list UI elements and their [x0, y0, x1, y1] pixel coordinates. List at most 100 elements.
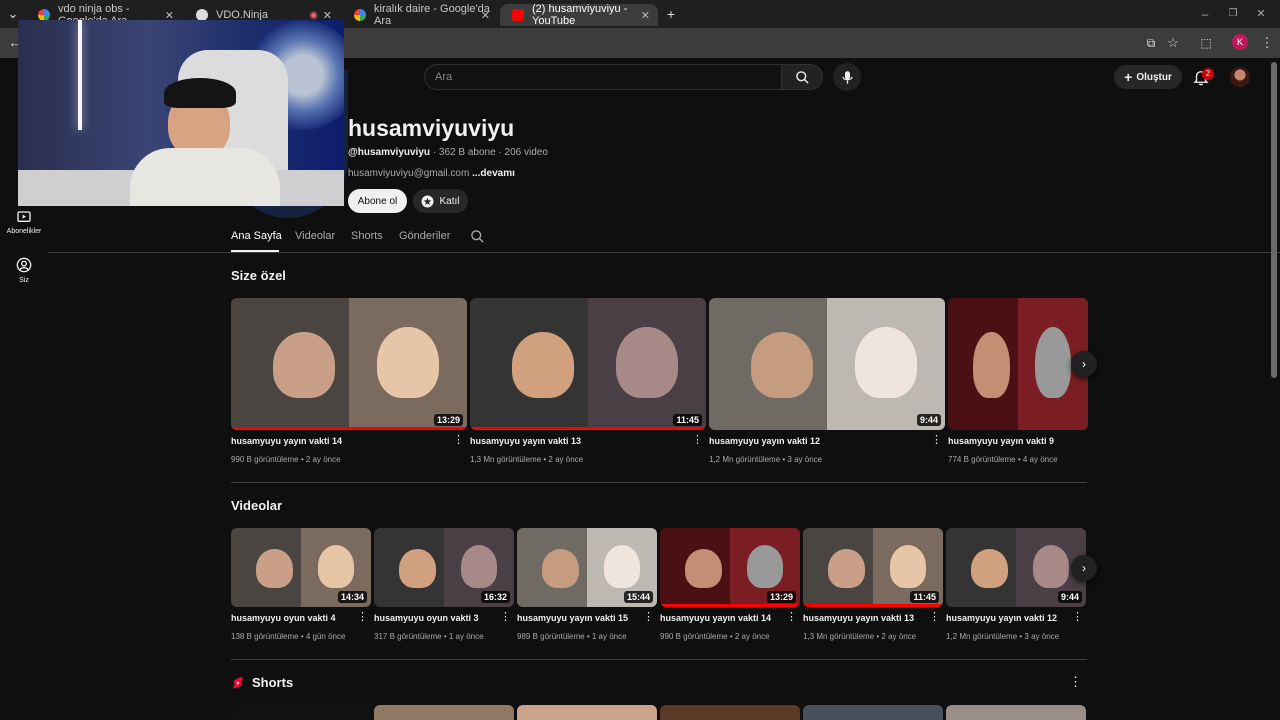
subscribe-button[interactable]: Abone ol — [348, 189, 407, 213]
video-title[interactable]: husamyuyu yayın vakti 9 — [948, 436, 1054, 446]
guide-item-you[interactable]: Siz — [0, 257, 48, 284]
join-label: Katıl — [439, 195, 460, 207]
extensions-icon[interactable]: ⬚ — [1197, 34, 1215, 52]
browser-tab-4[interactable]: (2) husamviyuviyu - YouTube ✕ — [500, 3, 658, 27]
channel-handle: @husamviyuviyu — [348, 147, 431, 158]
video-more-icon[interactable]: ⋮ — [786, 612, 797, 623]
shorts-more-icon[interactable]: ⋮ — [1069, 675, 1082, 688]
account-avatar[interactable] — [1230, 67, 1250, 87]
profile-avatar[interactable]: K — [1232, 34, 1248, 50]
video-title[interactable]: husamyuyu yayın vakti 12 — [946, 613, 1057, 623]
video-title[interactable]: husamyuyu yayın vakti 12 — [709, 436, 820, 446]
guide-item-subscriptions[interactable]: Abonelikler — [0, 208, 48, 235]
tab-shorts[interactable]: Shorts — [351, 230, 383, 242]
close-window-icon[interactable]: ✕ — [1252, 5, 1270, 23]
join-button[interactable]: Katıl — [413, 189, 468, 213]
tab-posts[interactable]: Gönderiler — [399, 230, 450, 242]
search-box[interactable] — [424, 64, 782, 90]
video-title[interactable]: husamyuyu oyun vakti 3 — [374, 613, 479, 623]
search-input[interactable] — [425, 65, 781, 89]
minimize-icon[interactable]: – — [1196, 5, 1214, 23]
video-duration: 9:44 — [1057, 591, 1082, 603]
video-thumbnail[interactable]: 14:34 — [231, 528, 371, 607]
search-button[interactable] — [781, 64, 823, 90]
short-thumbnail[interactable] — [803, 705, 943, 720]
subscriptions-icon — [17, 211, 31, 222]
more-link[interactable]: ...devamı — [472, 168, 515, 179]
video-duration: 13:29 — [766, 591, 796, 603]
video-thumbnail[interactable]: 11:45 — [803, 528, 943, 607]
video-thumbnail[interactable]: 16:32 — [374, 528, 514, 607]
video-more-icon[interactable]: ⋮ — [929, 612, 940, 623]
video-meta: 1,3 Mn görüntüleme • 2 ay önce — [803, 632, 917, 641]
video-more-icon[interactable]: ⋮ — [357, 612, 368, 623]
section-divider — [231, 482, 1087, 483]
star-badge-icon — [422, 195, 434, 207]
video-meta: 990 B görüntüleme • 2 ay önce — [231, 455, 341, 464]
watch-progress-bar — [470, 427, 706, 430]
thumbnail-person — [317, 545, 355, 589]
video-more-icon[interactable]: ⋮ — [500, 612, 511, 623]
tab-home[interactable]: Ana Sayfa — [231, 230, 282, 242]
video-thumbnail[interactable]: 13:29 — [660, 528, 800, 607]
channel-meta: @husamviyuviyu · 362 B abone · 206 video — [348, 147, 548, 158]
watch-progress-bar — [803, 604, 943, 607]
short-thumbnail[interactable] — [946, 705, 1086, 720]
bookmark-star-icon[interactable]: ☆ — [1164, 34, 1182, 52]
tab-title: kiralık daire - Google'da Ara — [374, 3, 490, 27]
video-thumbnail[interactable]: 15:44 — [517, 528, 657, 607]
video-duration: 9:44 — [916, 414, 941, 426]
short-thumbnail[interactable] — [231, 705, 371, 720]
search-icon — [795, 70, 809, 84]
thumbnail-person — [973, 332, 1010, 399]
watch-progress-bar — [660, 604, 800, 607]
video-title[interactable]: husamyuyu oyun vakti 4 — [231, 613, 336, 623]
create-button[interactable]: + Oluştur — [1114, 65, 1182, 89]
video-duration: 16:32 — [480, 591, 510, 603]
short-thumbnail[interactable] — [517, 705, 657, 720]
maximize-icon[interactable]: ❐ — [1224, 5, 1242, 23]
video-thumbnail[interactable]: 13:29 — [231, 298, 467, 430]
next-arrow-button[interactable]: › — [1071, 555, 1097, 581]
tab-title: (2) husamviyuviyu - YouTube — [532, 3, 628, 27]
person-hoodie — [130, 148, 280, 206]
next-arrow-button[interactable]: › — [1071, 351, 1097, 377]
video-title[interactable]: husamyuyu yayın vakti 13 — [803, 613, 914, 623]
channel-search-icon[interactable] — [470, 229, 485, 244]
video-thumbnail[interactable]: 11:45 — [470, 298, 706, 430]
video-thumbnail[interactable]: 9:44 — [946, 528, 1086, 607]
video-meta: 990 B görüntüleme • 2 ay önce — [660, 632, 770, 641]
video-title[interactable]: husamyuyu yayın vakti 15 — [517, 613, 628, 623]
video-duration: 15:44 — [623, 591, 653, 603]
thumbnail-person — [542, 548, 579, 589]
video-more-icon[interactable]: ⋮ — [453, 435, 464, 446]
video-thumbnail[interactable] — [948, 298, 1088, 430]
new-tab-icon[interactable]: + — [662, 5, 680, 23]
section-title-for-you: Size özel — [231, 268, 286, 283]
section-title-shorts: Shorts — [252, 675, 294, 690]
tab-videos[interactable]: Videolar — [295, 230, 335, 242]
video-more-icon[interactable]: ⋮ — [692, 435, 703, 446]
video-title[interactable]: husamyuyu yayın vakti 13 — [470, 436, 581, 446]
channel-description[interactable]: husamviyuviyu@gmail.com ...devamı — [348, 168, 515, 179]
page-scrollbar[interactable] — [1271, 62, 1277, 378]
video-duration: 11:45 — [910, 591, 939, 603]
video-thumbnail[interactable]: 9:44 — [709, 298, 945, 430]
video-more-icon[interactable]: ⋮ — [931, 435, 942, 446]
video-title[interactable]: husamyuyu yayın vakti 14 — [231, 436, 342, 446]
channel-email: husamviyuviyu@gmail.com — [348, 168, 470, 179]
install-app-icon[interactable]: ⧉ — [1142, 34, 1160, 52]
video-more-icon[interactable]: ⋮ — [1072, 612, 1083, 623]
recording-icon: ◉ — [309, 9, 318, 21]
browser-tab-3[interactable]: kiralık daire - Google'da Ara ✕ — [342, 3, 498, 27]
close-icon[interactable]: ✕ — [481, 9, 490, 22]
browser-menu-icon[interactable]: ⋮ — [1258, 34, 1276, 52]
voice-search-button[interactable] — [833, 63, 861, 91]
short-thumbnail[interactable] — [374, 705, 514, 720]
video-more-icon[interactable]: ⋮ — [643, 612, 654, 623]
short-thumbnail[interactable] — [660, 705, 800, 720]
thumbnail-person — [256, 548, 293, 589]
notification-count-badge: 2 — [1202, 68, 1214, 80]
video-title[interactable]: husamyuyu yayın vakti 14 — [660, 613, 771, 623]
close-icon[interactable]: ✕ — [641, 9, 650, 22]
